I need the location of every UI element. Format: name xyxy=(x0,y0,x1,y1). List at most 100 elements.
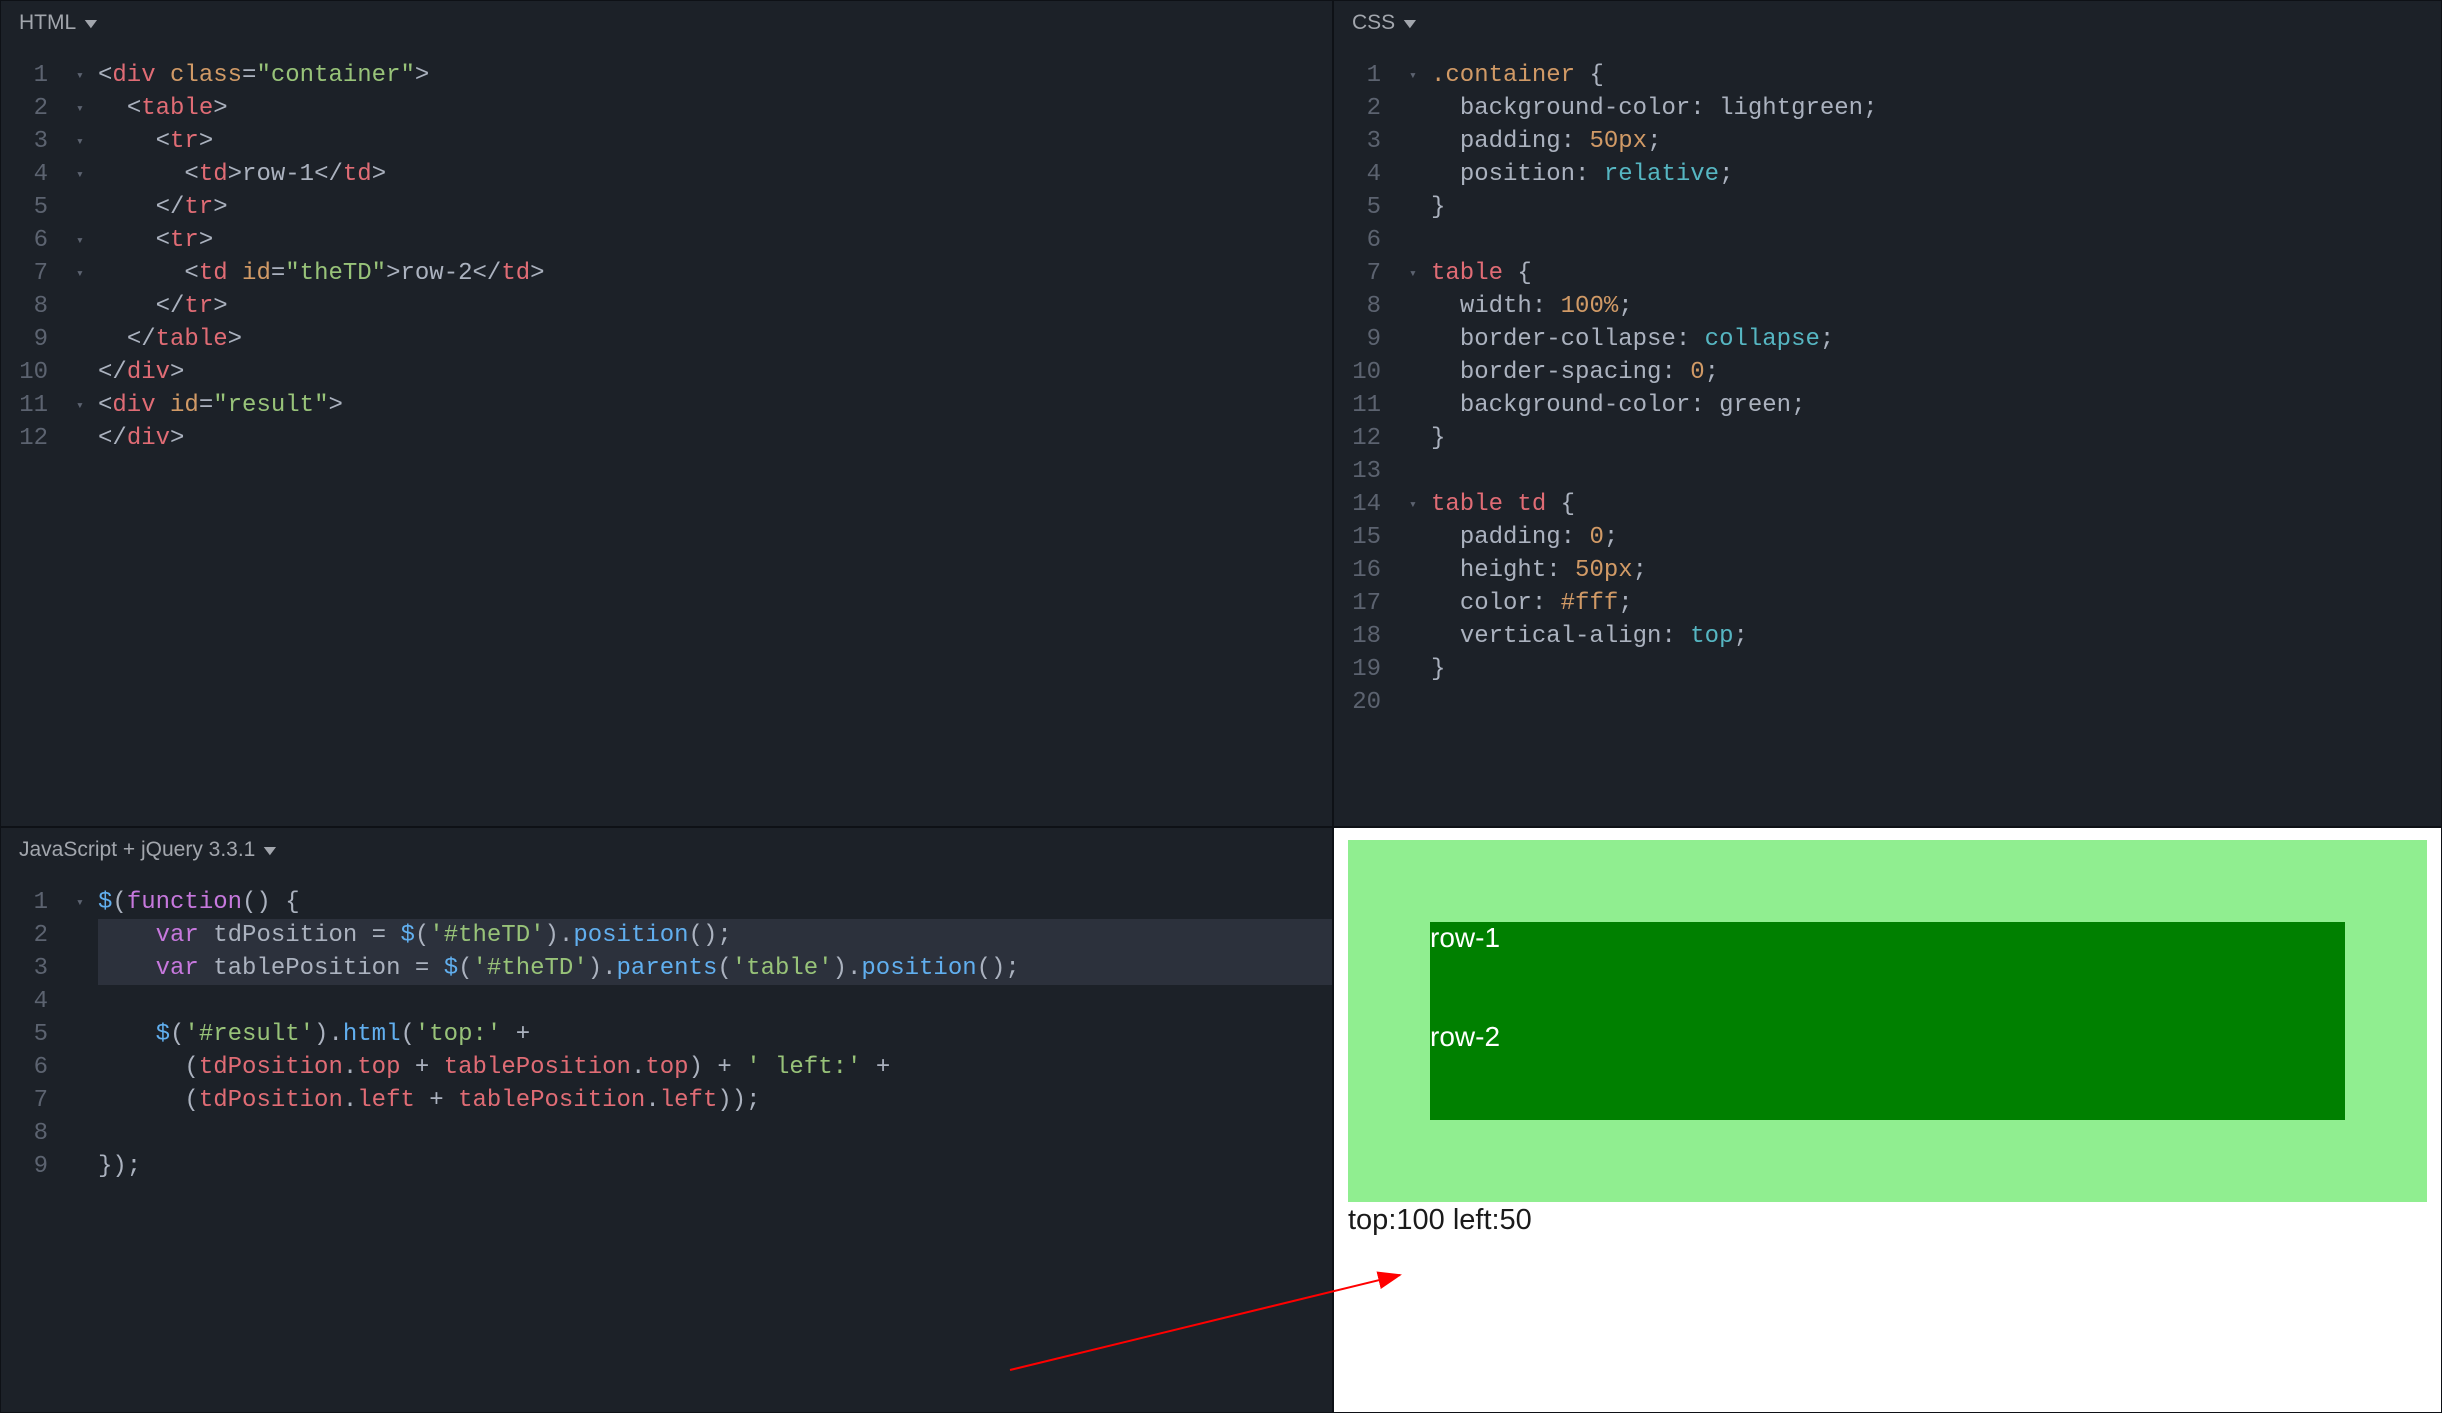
code-line[interactable]: background-color: green; xyxy=(1431,389,2441,422)
js-editor[interactable]: 123456789 ▾ $(function() { var tdPositio… xyxy=(1,872,1332,1412)
line-number: 18 xyxy=(1334,620,1381,653)
preview-container: row-1 row-2 xyxy=(1348,840,2427,1202)
code-fold-icon xyxy=(1409,554,1431,587)
line-number: 14 xyxy=(1334,488,1381,521)
code-line[interactable]: <tr> xyxy=(98,224,1332,257)
code-fold-icon[interactable]: ▾ xyxy=(1409,488,1431,521)
code-fold-icon xyxy=(1409,224,1431,257)
css-editor[interactable]: 1234567891011121314151617181920 ▾▾▾ .con… xyxy=(1334,45,2441,826)
code-line[interactable]: <div class="container"> xyxy=(98,59,1332,92)
html-editor[interactable]: 123456789101112 ▾▾▾▾▾▾▾ <div class="cont… xyxy=(1,45,1332,826)
table-row: row-1 xyxy=(1430,922,2345,1021)
html-pane-header[interactable]: HTML ▼ xyxy=(1,1,1332,45)
code-fold-icon[interactable]: ▾ xyxy=(76,224,98,257)
code-line[interactable]: $('#result').html('top:' + xyxy=(98,1018,1332,1051)
line-number: 1 xyxy=(1334,59,1381,92)
code-fold-icon[interactable]: ▾ xyxy=(76,886,98,919)
line-number: 9 xyxy=(1,1150,48,1183)
code-line[interactable]: (tdPosition.top + tablePosition.top) + '… xyxy=(98,1051,1332,1084)
code-line[interactable]: <tr> xyxy=(98,125,1332,158)
code-line[interactable]: width: 100%; xyxy=(1431,290,2441,323)
css-pane: CSS ▼ 1234567891011121314151617181920 ▾▾… xyxy=(1333,0,2442,827)
code-fold-icon[interactable]: ▾ xyxy=(1409,257,1431,290)
code-line[interactable] xyxy=(98,1117,1332,1150)
code-fold-icon[interactable]: ▾ xyxy=(76,59,98,92)
code-line[interactable]: <td id="theTD">row-2</td> xyxy=(98,257,1332,290)
line-number: 11 xyxy=(1,389,48,422)
code-line[interactable]: border-spacing: 0; xyxy=(1431,356,2441,389)
css-pane-header[interactable]: CSS ▼ xyxy=(1334,1,2441,45)
code-line[interactable]: </tr> xyxy=(98,290,1332,323)
line-number: 20 xyxy=(1334,686,1381,719)
code-line[interactable]: border-collapse: collapse; xyxy=(1431,323,2441,356)
code-line[interactable]: <table> xyxy=(98,92,1332,125)
code-line[interactable]: position: relative; xyxy=(1431,158,2441,191)
line-number: 9 xyxy=(1,323,48,356)
js-pane-header[interactable]: JavaScript + jQuery 3.3.1 ▼ xyxy=(1,828,1332,872)
code-fold-icon[interactable]: ▾ xyxy=(76,257,98,290)
line-number: 1 xyxy=(1,886,48,919)
line-number: 3 xyxy=(1,952,48,985)
line-number: 12 xyxy=(1,422,48,455)
code-line[interactable]: .container { xyxy=(1431,59,2441,92)
code-line[interactable]: </table> xyxy=(98,323,1332,356)
line-number: 6 xyxy=(1334,224,1381,257)
line-number: 8 xyxy=(1,290,48,323)
code-fold-icon xyxy=(1409,323,1431,356)
html-pane-title: HTML xyxy=(19,11,76,35)
code-fold-icon xyxy=(76,191,98,224)
code-line[interactable]: var tablePosition = $('#theTD').parents(… xyxy=(98,952,1332,985)
code-line[interactable]: var tdPosition = $('#theTD').position(); xyxy=(98,919,1332,952)
code-line[interactable]: <td>row-1</td> xyxy=(98,158,1332,191)
code-line[interactable]: padding: 50px; xyxy=(1431,125,2441,158)
code-fold-icon xyxy=(76,323,98,356)
code-line[interactable]: padding: 0; xyxy=(1431,521,2441,554)
code-line[interactable]: </div> xyxy=(98,422,1332,455)
code-line[interactable] xyxy=(1431,455,2441,488)
preview-cell-1: row-1 xyxy=(1430,922,2345,1021)
code-fold-icon[interactable]: ▾ xyxy=(76,158,98,191)
line-number: 5 xyxy=(1,1018,48,1051)
code-fold-icon xyxy=(76,356,98,389)
code-line[interactable]: (tdPosition.left + tablePosition.left)); xyxy=(98,1084,1332,1117)
code-fold-icon xyxy=(1409,686,1431,719)
line-number: 5 xyxy=(1,191,48,224)
code-line[interactable]: } xyxy=(1431,422,2441,455)
code-fold-icon xyxy=(76,422,98,455)
code-line[interactable]: vertical-align: top; xyxy=(1431,620,2441,653)
code-fold-icon xyxy=(1409,92,1431,125)
code-line[interactable]: </tr> xyxy=(98,191,1332,224)
line-number: 4 xyxy=(1,158,48,191)
code-line[interactable]: <div id="result"> xyxy=(98,389,1332,422)
code-fold-icon xyxy=(76,1018,98,1051)
code-fold-icon xyxy=(1409,455,1431,488)
table-row: row-2 xyxy=(1430,1021,2345,1120)
code-line[interactable]: table { xyxy=(1431,257,2441,290)
code-line[interactable]: table td { xyxy=(1431,488,2441,521)
code-line[interactable]: background-color: lightgreen; xyxy=(1431,92,2441,125)
line-number: 2 xyxy=(1,919,48,952)
code-fold-icon xyxy=(1409,290,1431,323)
code-line[interactable]: </div> xyxy=(98,356,1332,389)
code-line[interactable]: color: #fff; xyxy=(1431,587,2441,620)
code-fold-icon xyxy=(1409,125,1431,158)
js-pane: JavaScript + jQuery 3.3.1 ▼ 123456789 ▾ … xyxy=(0,827,1333,1413)
code-fold-icon[interactable]: ▾ xyxy=(1409,59,1431,92)
code-line[interactable] xyxy=(1431,686,2441,719)
code-line[interactable] xyxy=(1431,224,2441,257)
html-pane: HTML ▼ 123456789101112 ▾▾▾▾▾▾▾ <div clas… xyxy=(0,0,1333,827)
code-fold-icon[interactable]: ▾ xyxy=(76,125,98,158)
js-pane-title: JavaScript + jQuery 3.3.1 xyxy=(19,838,255,862)
line-number: 10 xyxy=(1,356,48,389)
code-line[interactable] xyxy=(98,985,1332,1018)
chevron-down-icon: ▼ xyxy=(260,842,281,858)
code-fold-icon[interactable]: ▾ xyxy=(76,92,98,125)
code-line[interactable]: } xyxy=(1431,653,2441,686)
code-line[interactable]: }); xyxy=(98,1150,1332,1183)
code-line[interactable]: height: 50px; xyxy=(1431,554,2441,587)
code-fold-icon xyxy=(1409,521,1431,554)
code-fold-icon xyxy=(1409,653,1431,686)
code-fold-icon[interactable]: ▾ xyxy=(76,389,98,422)
code-line[interactable]: } xyxy=(1431,191,2441,224)
code-line[interactable]: $(function() { xyxy=(98,886,1332,919)
